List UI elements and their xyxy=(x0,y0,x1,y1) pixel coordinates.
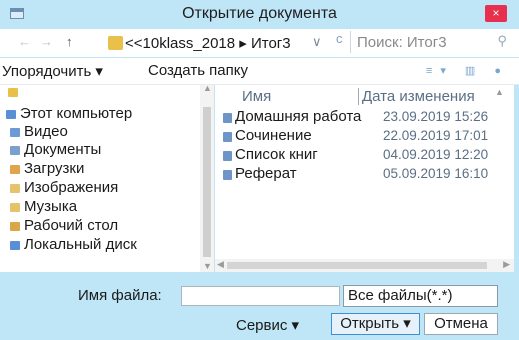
sidebar-item-label: Изображения xyxy=(24,179,119,196)
horizontal-scrollbar[interactable]: ◀ ▶ xyxy=(215,259,514,272)
forward-arrow-icon[interactable]: → xyxy=(40,34,53,49)
file-row[interactable]: Реферат 05.09.2019 16:10 xyxy=(215,165,514,184)
command-bar: Упорядочить ▾ Создать папку ≡▾ ▥ ● xyxy=(0,58,519,85)
address-bar[interactable]: <<10klass_2018 ▸ Итог3 xyxy=(88,32,350,54)
sidebar-item-label: Локальный диск xyxy=(24,236,137,253)
file-name[interactable]: Домашняя работа xyxy=(235,108,361,125)
organize-button[interactable]: Упорядочить ▾ xyxy=(2,62,103,80)
document-icon xyxy=(223,132,232,142)
close-button[interactable]: × xyxy=(485,5,507,22)
documents-folder-icon xyxy=(10,146,20,155)
file-date: 22.09.2019 17:01 xyxy=(383,128,489,143)
file-name[interactable]: Сочинение xyxy=(235,127,312,144)
refresh-icon[interactable]: c xyxy=(336,31,343,46)
hscroll-thumb[interactable] xyxy=(227,262,487,269)
new-folder-button[interactable]: Создать папку xyxy=(148,62,248,79)
nav-scrollbar[interactable]: ▲ ▼ xyxy=(200,85,214,272)
sidebar-item-label: Видео xyxy=(24,123,68,140)
scroll-down-icon[interactable]: ▼ xyxy=(203,261,212,271)
folder-icon xyxy=(108,36,123,50)
file-date: 23.09.2019 15:26 xyxy=(383,109,489,124)
file-name[interactable]: Реферат xyxy=(235,165,297,182)
music-folder-icon xyxy=(10,203,20,212)
quick-access-icon xyxy=(8,88,18,97)
file-row[interactable]: Список книг 04.09.2019 12:20 xyxy=(215,146,514,165)
cancel-button[interactable]: Отмена xyxy=(424,313,498,335)
back-arrow-icon[interactable]: ← xyxy=(18,34,31,49)
document-icon xyxy=(223,151,232,161)
search-icon[interactable]: ⚲ xyxy=(497,33,507,49)
address-row: ← → ↑ <<10klass_2018 ▸ Итог3 ∨ c ⚲ xyxy=(0,29,519,57)
open-file-dialog: Открытие документа × ← → ↑ <<10klass_201… xyxy=(0,0,519,340)
sidebar-item-label: Рабочий стол xyxy=(24,217,119,234)
sidebar-item-label: Документы xyxy=(24,141,102,158)
file-row[interactable]: Домашняя работа 23.09.2019 15:26 xyxy=(215,108,514,127)
file-list-pane: Имя Дата изменения ▲ Домашняя работа 23.0… xyxy=(215,85,514,272)
filename-label: Имя файла: xyxy=(78,287,162,304)
computer-icon xyxy=(6,110,16,119)
sidebar-item-label: Музыка xyxy=(24,198,78,215)
sort-arrow-icon: ▲ xyxy=(495,87,504,97)
search-input[interactable] xyxy=(357,32,489,52)
desktop-folder-icon xyxy=(10,222,20,231)
scroll-right-icon[interactable]: ▶ xyxy=(503,259,510,270)
document-icon xyxy=(223,170,232,180)
file-date: 05.09.2019 16:10 xyxy=(383,166,489,181)
pictures-folder-icon xyxy=(10,184,20,193)
navigation-pane: Этот компьютер Видео Документы Загрузки Изоб… xyxy=(0,85,214,272)
column-header-name[interactable]: Имя xyxy=(242,88,271,105)
scroll-left-icon[interactable]: ◀ xyxy=(217,259,224,270)
file-row[interactable]: Сочинение 22.09.2019 17:01 xyxy=(215,127,514,146)
search-box: ⚲ xyxy=(350,31,513,53)
file-date: 04.09.2019 12:20 xyxy=(383,147,489,162)
tools-button[interactable]: Сервис ▾ xyxy=(236,316,299,334)
chevron-down-icon[interactable]: ∨ xyxy=(312,34,322,50)
disk-icon xyxy=(10,241,20,250)
document-icon xyxy=(223,113,232,123)
view-options-icon[interactable]: ≡▾ ▥ ● xyxy=(426,64,509,77)
title-bar[interactable]: Открытие документа × xyxy=(0,0,519,28)
downloads-folder-icon xyxy=(10,165,20,174)
file-name[interactable]: Список книг xyxy=(235,146,318,163)
file-type-select[interactable]: Все файлы(*.*) xyxy=(343,285,498,307)
scroll-thumb[interactable] xyxy=(203,107,211,257)
scroll-up-icon[interactable]: ▲ xyxy=(203,85,212,93)
sidebar-item-label: Этот компьютер xyxy=(20,105,133,122)
open-button[interactable]: Открыть ▾ xyxy=(331,313,420,335)
breadcrumb[interactable]: <<10klass_2018 ▸ Итог3 xyxy=(125,34,291,52)
window-title: Открытие документа xyxy=(182,5,337,22)
column-header-date[interactable]: Дата изменения xyxy=(358,88,475,105)
video-folder-icon xyxy=(10,128,20,137)
filename-input[interactable] xyxy=(181,286,340,306)
sidebar-item-label: Загрузки xyxy=(24,160,85,177)
up-arrow-icon[interactable]: ↑ xyxy=(66,34,73,49)
